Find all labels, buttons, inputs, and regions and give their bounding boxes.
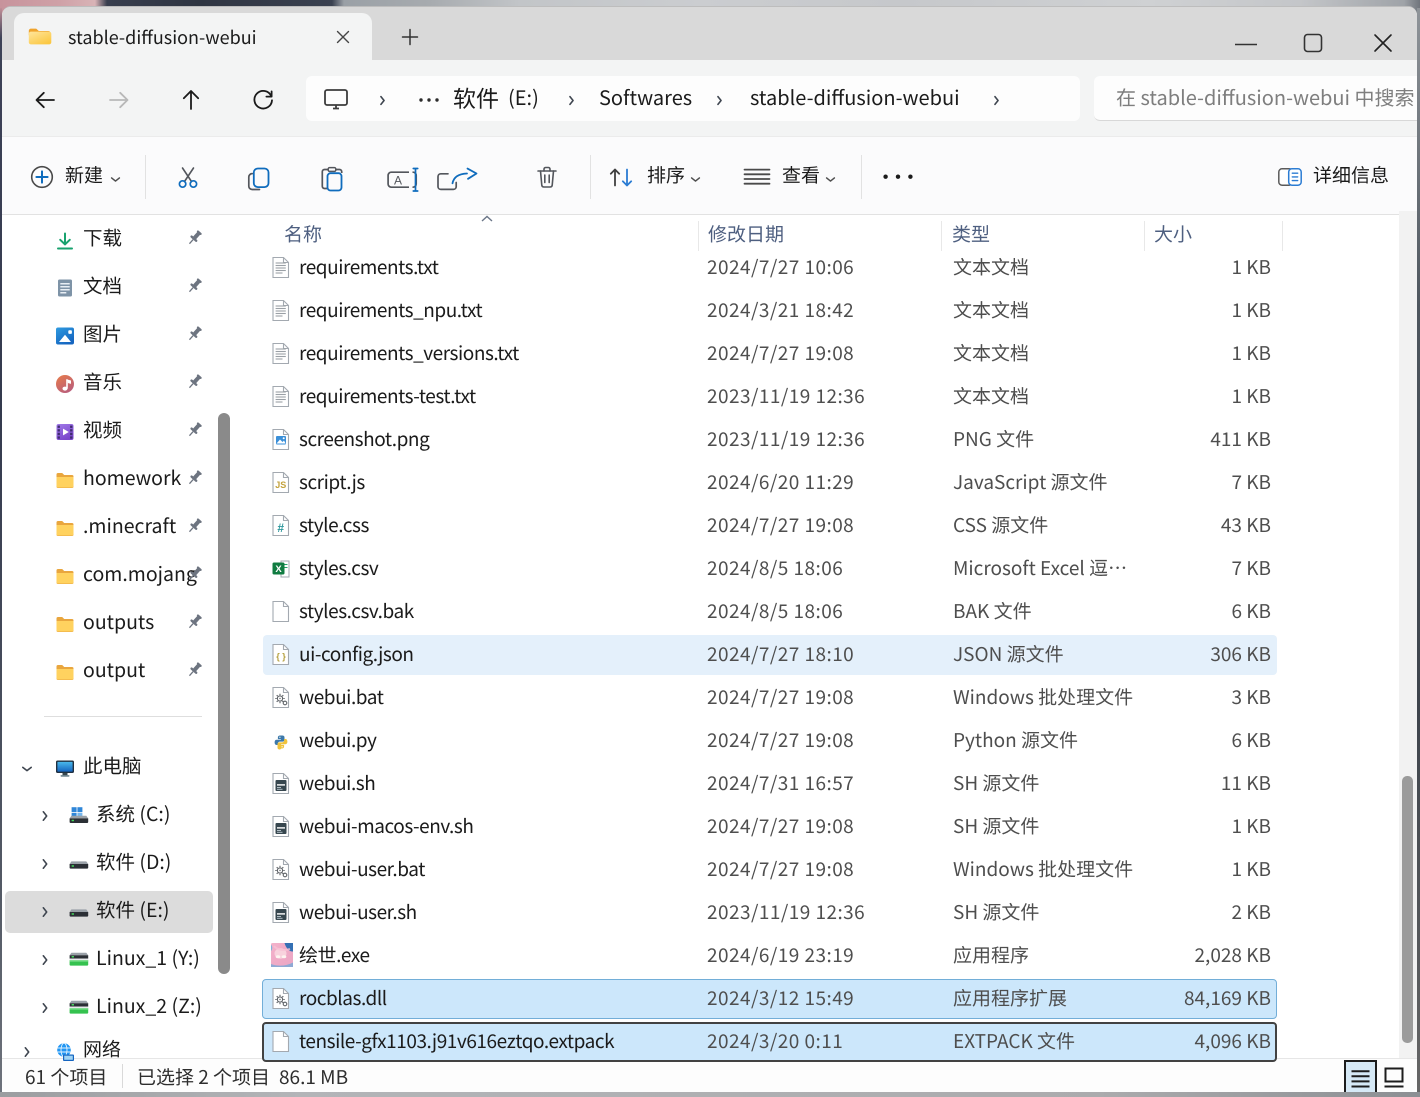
svg-text:JS: JS — [275, 480, 286, 490]
svg-text:X: X — [275, 564, 282, 575]
svg-text:#: # — [277, 521, 284, 535]
svg-text:A: A — [394, 174, 402, 188]
svg-text:{ }: { } — [276, 652, 286, 662]
